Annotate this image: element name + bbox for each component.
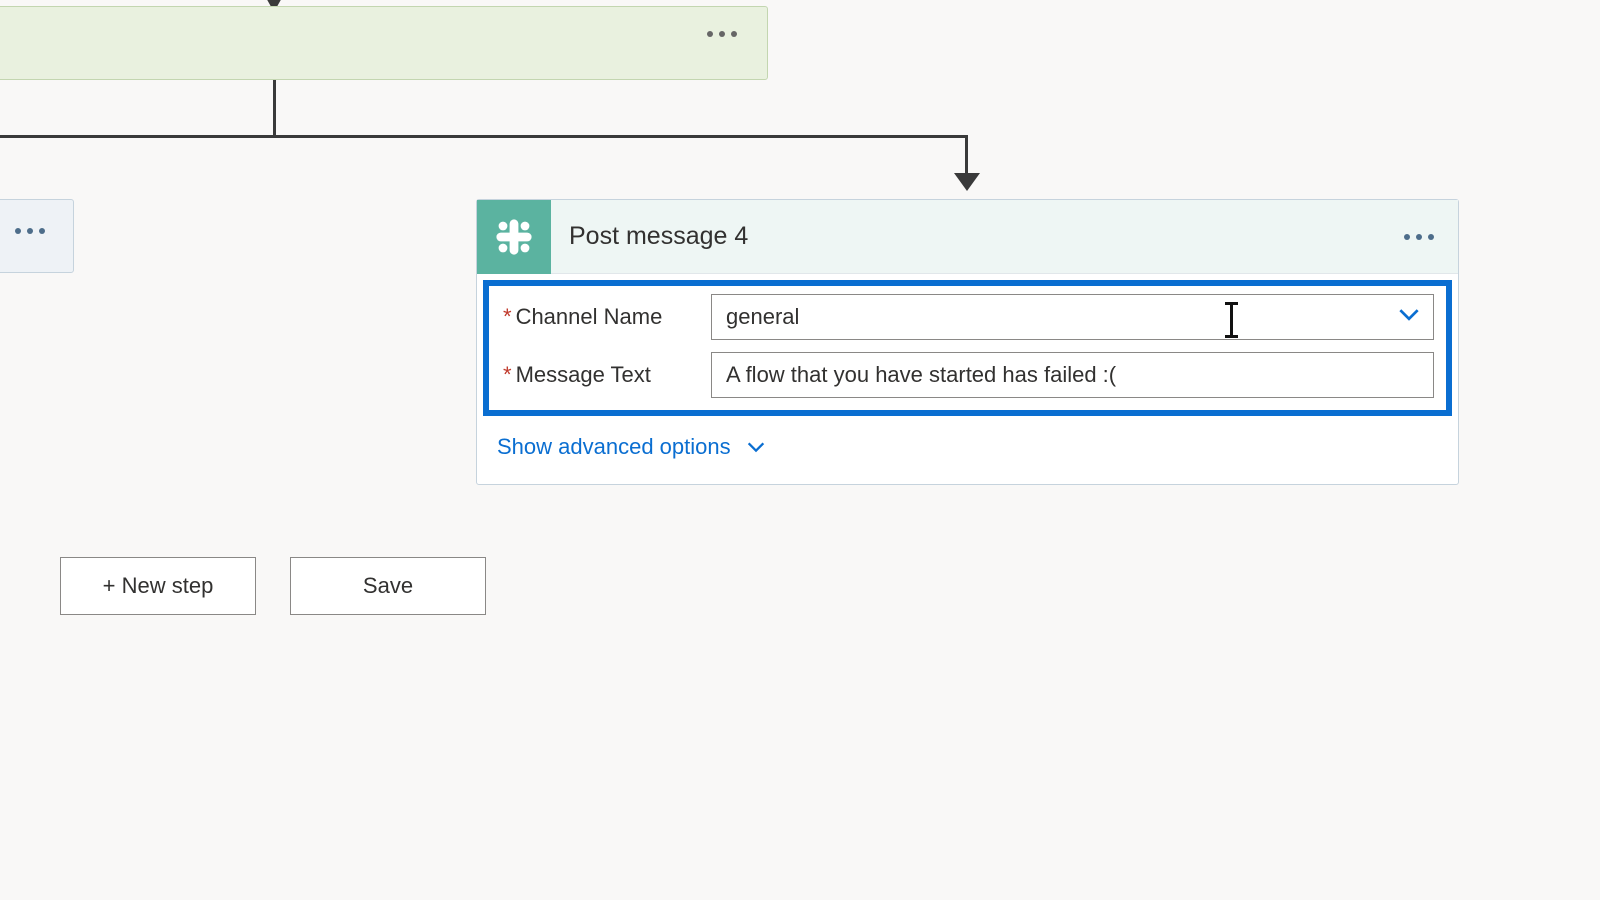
channel-name-row: *Channel Name [491,288,1444,346]
channel-name-label: *Channel Name [501,304,711,330]
connector-line [965,135,968,177]
message-text-input[interactable] [711,352,1434,398]
condition-card-partial[interactable] [0,6,768,80]
post-message-card: Post message 4 *Channel Name *Message Te… [476,199,1459,485]
action-buttons: + New step Save [60,557,486,615]
save-button[interactable]: Save [290,557,486,615]
more-icon[interactable] [707,31,737,37]
card-header[interactable]: Post message 4 [477,200,1458,274]
more-icon[interactable] [1404,234,1434,240]
show-advanced-options[interactable]: Show advanced options [477,416,1458,484]
text-cursor-icon [1230,304,1233,336]
slack-icon [477,200,551,274]
message-text-row: *Message Text [491,346,1444,404]
message-text-label: *Message Text [501,362,711,388]
channel-name-input[interactable] [711,294,1434,340]
connector-line [0,135,968,138]
connector-arrow [954,173,980,191]
new-step-button[interactable]: + New step [60,557,256,615]
chevron-down-icon [745,436,767,458]
connector-line [273,80,276,135]
highlighted-fields: *Channel Name *Message Text [483,280,1452,416]
more-icon[interactable] [15,228,45,234]
branch-card-partial[interactable] [0,199,74,273]
card-title: Post message 4 [569,222,1404,251]
